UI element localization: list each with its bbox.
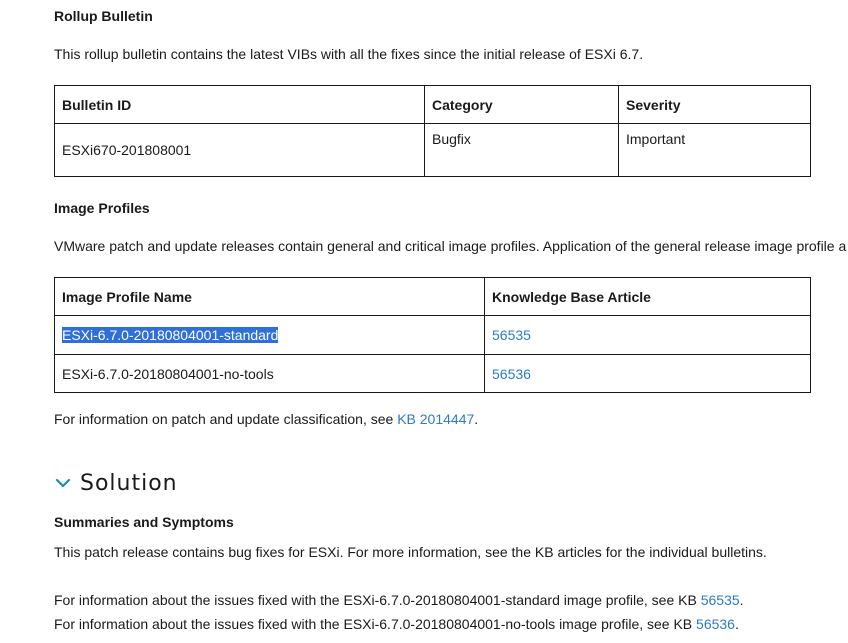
solution-heading: Solution	[80, 470, 178, 496]
severity-cell: Important	[618, 123, 811, 177]
kb-article-page: Rollup Bulletin This rollup bulletin con…	[0, 0, 848, 643]
chevron-down-icon[interactable]	[54, 474, 72, 492]
kb-link-56535-info[interactable]: 56535	[701, 592, 740, 608]
image-profiles-heading: Image Profiles	[54, 200, 150, 216]
image-profiles-description: VMware patch and update releases contain…	[54, 238, 847, 254]
rollup-bulletin-description: This rollup bulletin contains the latest…	[54, 46, 644, 62]
classification-note: For information on patch and update clas…	[54, 411, 478, 427]
info-line-suffix: .	[739, 592, 744, 608]
table-row: ESXi-6.7.0-20180804001-no-tools 56536	[54, 354, 811, 393]
column-header-severity: Severity	[618, 85, 811, 124]
image-profile-name-cell: ESXi-6.7.0-20180804001-no-tools	[54, 354, 485, 393]
info-line-text: For information about the issues fixed w…	[54, 592, 701, 608]
column-header-image-profile-name: Image Profile Name	[54, 277, 485, 316]
info-line-suffix: .	[734, 616, 739, 632]
bulletin-id-cell: ESXi670-201808001	[54, 123, 425, 177]
kb-article-cell: 56535	[484, 315, 811, 355]
kb-link-56536[interactable]: 56536	[492, 366, 531, 382]
image-profiles-table: Image Profile Name Knowledge Base Articl…	[54, 277, 811, 393]
selected-text[interactable]: ESXi-6.7.0-20180804001-standard	[62, 327, 279, 343]
column-header-bulletin-id: Bulletin ID	[54, 85, 425, 124]
table-header-row: Bulletin ID Category Severity	[54, 85, 811, 124]
table-header-row: Image Profile Name Knowledge Base Articl…	[54, 277, 811, 316]
kb-2014447-link[interactable]: KB 2014447	[397, 411, 474, 427]
category-cell: Bugfix	[424, 123, 619, 177]
column-header-kb-article: Knowledge Base Article	[484, 277, 811, 316]
table-row: ESXi-6.7.0-20180804001-standard 56535	[54, 315, 811, 355]
summaries-text: This patch release contains bug fixes fo…	[54, 544, 767, 560]
image-profile-name-cell: ESXi-6.7.0-20180804001-standard	[54, 315, 485, 355]
info-line-standard: For information about the issues fixed w…	[54, 592, 744, 608]
rollup-bulletin-heading: Rollup Bulletin	[54, 8, 153, 24]
kb-link-56535[interactable]: 56535	[492, 327, 531, 343]
kb-article-cell: 56536	[484, 354, 811, 393]
table-row: ESXi670-201808001 Bugfix Important	[54, 123, 811, 177]
info-line-no-tools: For information about the issues fixed w…	[54, 616, 739, 632]
info-line-text: For information about the issues fixed w…	[54, 616, 697, 632]
column-header-category: Category	[424, 85, 619, 124]
classification-note-suffix: .	[474, 411, 479, 427]
summaries-heading: Summaries and Symptoms	[54, 514, 234, 530]
rollup-bulletin-table: Bulletin ID Category Severity ESXi670-20…	[54, 85, 811, 177]
classification-note-text: For information on patch and update clas…	[54, 411, 398, 427]
solution-section-toggle[interactable]: Solution	[54, 468, 178, 498]
kb-link-56536-info[interactable]: 56536	[696, 616, 735, 632]
